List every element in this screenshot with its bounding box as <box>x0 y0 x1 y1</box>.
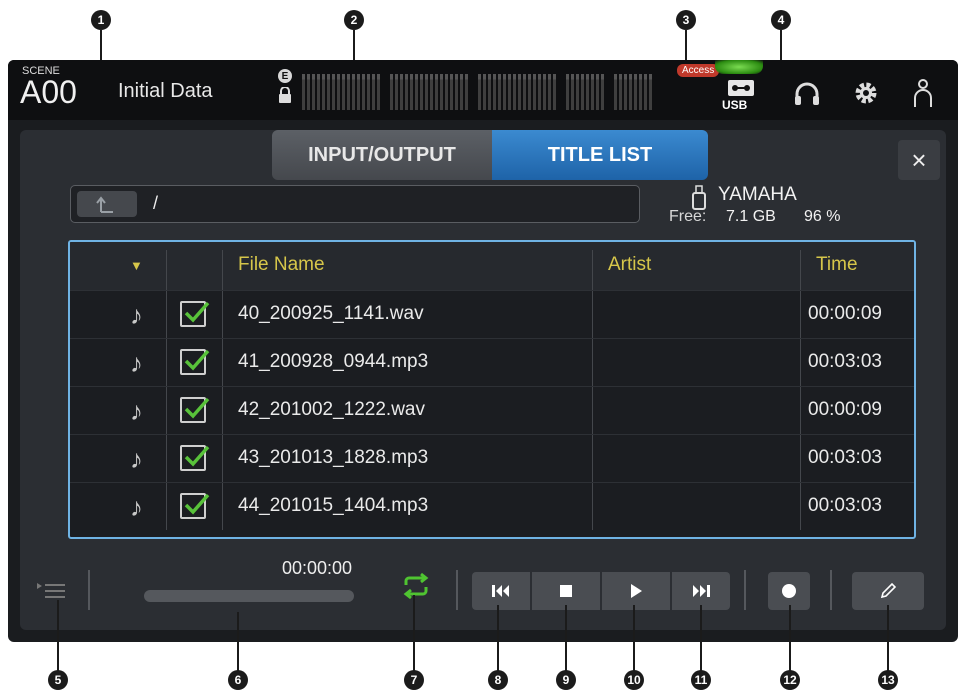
table-row[interactable]: ♪ 44_201015_1404.mp3 00:03:03 <box>70 482 914 530</box>
file-name: 42_201002_1222.wav <box>238 399 426 420</box>
column-header-time[interactable]: Time <box>816 254 858 276</box>
callout-2: 2 <box>344 10 364 30</box>
status-bar: SCENE A00 Initial Data E Access USB <box>8 60 958 120</box>
time: 00:00:09 <box>808 303 882 324</box>
skip-back-icon <box>492 585 509 597</box>
tab-input-output[interactable]: INPUT/OUTPUT <box>272 130 492 180</box>
file-name: 43_201013_1828.mp3 <box>238 447 429 468</box>
free-space-label: Free: <box>669 208 707 225</box>
transport-bar: 00:00:00 <box>20 548 946 618</box>
e-badge: E <box>278 69 292 83</box>
play-button[interactable] <box>602 572 670 610</box>
play-checkbox[interactable] <box>180 445 210 471</box>
free-space-percent: 96 % <box>804 208 841 225</box>
file-name: 44_201015_1404.mp3 <box>238 495 429 516</box>
current-path: / <box>153 193 159 213</box>
callout-12: 12 <box>780 670 800 690</box>
table-header: ▼ File Name Artist Time <box>70 242 914 290</box>
file-name: 40_200925_1141.wav <box>238 303 424 324</box>
gear-icon[interactable] <box>853 80 879 106</box>
title-list-table: ▼ File Name Artist Time ♪ 40_200925_1141… <box>68 240 916 539</box>
callout-11: 11 <box>691 670 711 690</box>
callout-line <box>497 605 499 672</box>
callout-6: 6 <box>228 670 248 690</box>
callout-5: 5 <box>48 670 68 690</box>
callout-9: 9 <box>556 670 576 690</box>
play-checkbox[interactable] <box>180 349 210 375</box>
time: 00:00:09 <box>808 399 882 420</box>
table-row[interactable]: ♪ 43_201013_1828.mp3 00:03:03 <box>70 434 914 482</box>
skip-forward-icon <box>693 585 710 597</box>
callout-3: 3 <box>676 10 696 30</box>
table-row[interactable]: ♪ 42_201002_1222.wav 00:00:09 <box>70 386 914 434</box>
usb-label: USB <box>722 98 748 112</box>
elapsed-time: 00:00:00 <box>282 558 353 578</box>
callout-1: 1 <box>91 10 111 30</box>
usb-recorder-icon[interactable]: USB <box>720 78 758 112</box>
play-checkbox[interactable] <box>180 397 210 423</box>
callout-line <box>633 605 635 672</box>
headphones-icon[interactable] <box>794 82 820 106</box>
callout-7: 7 <box>404 670 424 690</box>
callout-line <box>789 605 791 672</box>
table-row[interactable]: ♪ 41_200928_0944.mp3 00:03:03 <box>70 338 914 386</box>
divider <box>88 570 90 610</box>
previous-button[interactable] <box>472 572 530 610</box>
playback-progress-bar[interactable] <box>144 590 354 602</box>
scene-number[interactable]: A00 <box>20 74 77 111</box>
callout-line <box>237 612 239 672</box>
callout-line <box>887 605 889 672</box>
playlist-menu-icon[interactable] <box>36 580 66 602</box>
callout-line <box>700 605 702 672</box>
directory-path-field[interactable]: / <box>70 185 640 223</box>
mixer-screen: SCENE A00 Initial Data E Access USB INPU… <box>8 60 958 642</box>
callout-13: 13 <box>878 670 898 690</box>
level-meters <box>302 70 664 110</box>
free-space-value: 7.1 GB <box>726 208 776 225</box>
column-header-file-name[interactable]: File Name <box>238 254 325 276</box>
scene-name[interactable]: Initial Data <box>118 80 213 103</box>
close-button[interactable]: × <box>898 140 940 180</box>
file-name: 41_200928_0944.mp3 <box>238 351 429 372</box>
music-note-icon: ♪ <box>130 348 143 378</box>
pencil-icon <box>880 582 897 599</box>
callout-line <box>565 605 567 672</box>
sort-arrow-icon[interactable]: ▼ <box>130 258 143 273</box>
usb-recorder-panel: INPUT/OUTPUT TITLE LIST × / YAMAHA Free:… <box>20 130 946 630</box>
repeat-icon[interactable] <box>400 570 432 602</box>
divider <box>744 570 746 610</box>
music-note-icon: ♪ <box>130 444 143 474</box>
play-checkbox[interactable] <box>180 301 210 327</box>
user-icon[interactable] <box>913 78 933 108</box>
column-header-artist[interactable]: Artist <box>608 254 651 276</box>
parent-folder-button[interactable] <box>77 191 137 217</box>
callout-8: 8 <box>488 670 508 690</box>
callout-10: 10 <box>624 670 644 690</box>
play-icon <box>631 584 642 598</box>
time: 00:03:03 <box>808 447 882 468</box>
play-checkbox[interactable] <box>180 493 210 519</box>
access-badge: Access <box>677 64 720 77</box>
callout-line <box>413 595 415 672</box>
time: 00:03:03 <box>808 495 882 516</box>
table-row[interactable]: ♪ 40_200925_1141.wav 00:00:09 <box>70 290 914 338</box>
divider <box>456 570 458 610</box>
divider <box>830 570 832 610</box>
lock-icon <box>279 87 291 103</box>
music-note-icon: ♪ <box>130 396 143 426</box>
music-note-icon: ♪ <box>130 492 143 522</box>
stop-icon <box>560 585 572 597</box>
tab-title-list[interactable]: TITLE LIST <box>492 130 708 180</box>
up-arrow-icon <box>96 196 113 213</box>
time: 00:03:03 <box>808 351 882 372</box>
device-name: YAMAHA <box>718 184 797 205</box>
music-note-icon: ♪ <box>130 300 143 330</box>
callout-4: 4 <box>771 10 791 30</box>
record-icon <box>782 584 796 598</box>
callout-line <box>57 600 59 672</box>
usb-active-indicator <box>715 60 763 74</box>
